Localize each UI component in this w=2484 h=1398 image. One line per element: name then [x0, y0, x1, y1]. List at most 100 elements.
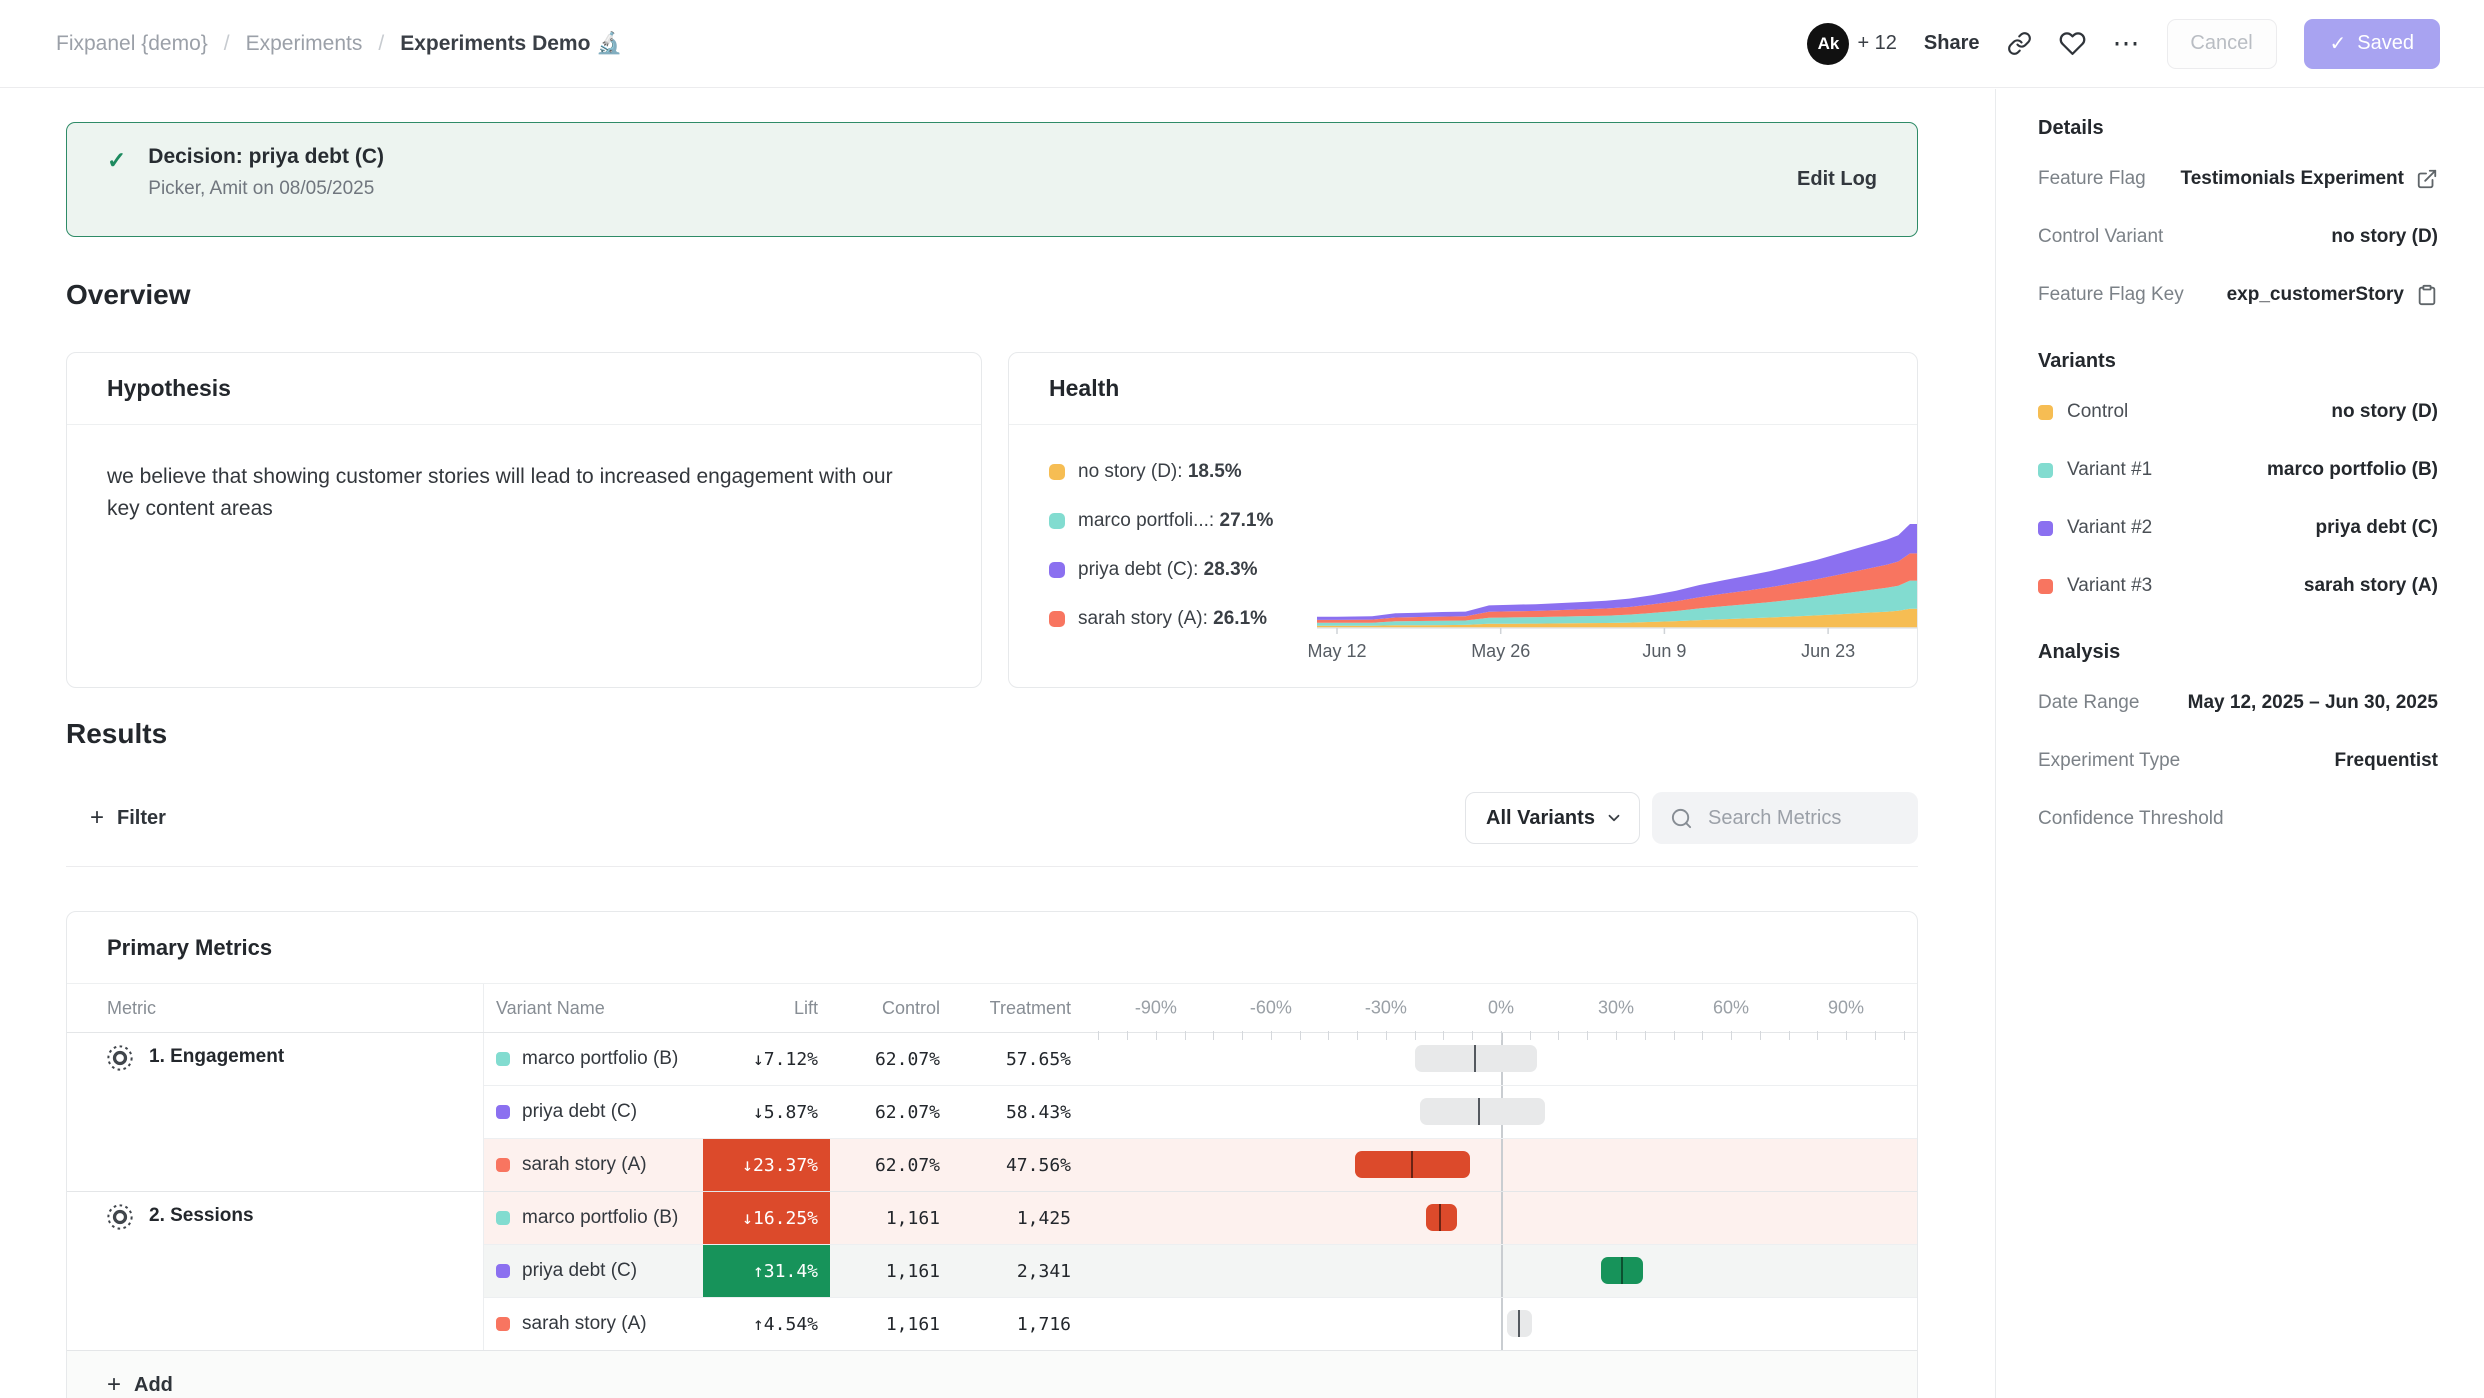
sidebar-row: Experiment TypeFrequentist — [2038, 732, 2438, 790]
plus-icon: + — [107, 1373, 121, 1397]
legend-swatch — [1049, 562, 1065, 578]
results-heading: Results — [66, 718, 167, 750]
breadcrumb-separator: / — [378, 32, 384, 56]
legend-value: 18.5% — [1188, 461, 1242, 482]
variant-cell: marco portfolio (B) — [484, 1033, 703, 1085]
metric-row[interactable]: marco portfolio (B)↓16.25%1,1611,425 — [484, 1192, 1917, 1244]
lift-value: ↓5.87% — [703, 1086, 830, 1138]
ci-plot — [1083, 1086, 1917, 1138]
avatar[interactable]: Ak — [1807, 23, 1849, 65]
main-content: ✓ Decision: priya debt (C) Picker, Amit … — [0, 89, 1995, 1398]
ci-axis: -90%-60%-30%0%30%60%90% — [1083, 984, 1917, 1032]
cancel-button[interactable]: Cancel — [2167, 19, 2277, 69]
ci-plot — [1083, 1033, 1917, 1085]
breadcrumb-item-experiments[interactable]: Experiments — [246, 32, 363, 56]
variant-key: Variant #3 — [2038, 575, 2152, 597]
lift-value: ↓16.25% — [703, 1192, 830, 1244]
sidebar-row-value: May 12, 2025 – Jun 30, 2025 — [2188, 692, 2438, 714]
collaborators[interactable]: Ak + 12 — [1807, 23, 1896, 65]
variant-cell: sarah story (A) — [484, 1298, 703, 1350]
sidebar-row-label: Feature Flag Key — [2038, 284, 2184, 306]
add-filter-button[interactable]: + Filter — [90, 792, 166, 844]
legend-label: sarah story (A): 26.1% — [1078, 608, 1267, 630]
variants-section: Variants Controlno story (D)Variant #1ma… — [2038, 350, 2438, 615]
axis-label: -60% — [1250, 998, 1292, 1019]
x-axis-tick-label: May 26 — [1471, 641, 1530, 662]
more-menu-icon[interactable]: ⋯ — [2113, 30, 2140, 57]
zero-line — [1501, 1298, 1503, 1350]
health-chart: May 12May 26Jun 9Jun 23 — [1317, 515, 1917, 663]
saved-button[interactable]: ✓ Saved — [2304, 19, 2440, 69]
control-value: 1,161 — [830, 1245, 952, 1297]
table-header: Metric Variant Name Lift Control Treatme… — [67, 984, 1917, 1033]
lift-value: ↑4.54% — [703, 1298, 830, 1350]
external-link-icon[interactable] — [2416, 168, 2438, 190]
legend-value: 26.1% — [1213, 608, 1267, 629]
variant-label: Variant #1 — [2067, 459, 2152, 481]
legend-swatch — [1049, 513, 1065, 529]
hypothesis-body[interactable]: we believe that showing customer stories… — [67, 425, 981, 525]
search-metrics-input[interactable] — [1706, 806, 1890, 831]
sidebar-row-label: Feature Flag — [2038, 168, 2146, 190]
favorite-heart-icon[interactable] — [2059, 30, 2086, 57]
treatment-value: 1,716 — [952, 1298, 1083, 1350]
share-button[interactable]: Share — [1924, 32, 1980, 55]
legend-value: 27.1% — [1220, 510, 1274, 531]
metric-row[interactable]: priya debt (C)↓5.87%62.07%58.43% — [484, 1085, 1917, 1138]
axis-label: 90% — [1828, 998, 1864, 1019]
sidebar-row-value-text: Frequentist — [2335, 750, 2438, 772]
ci-plot — [1083, 1139, 1917, 1191]
filter-label: Filter — [117, 807, 166, 830]
health-chart-svg — [1317, 515, 1917, 635]
divider — [66, 866, 1918, 867]
details-title: Details — [2038, 117, 2438, 140]
metric-row[interactable]: sarah story (A)↑4.54%1,1611,716 — [484, 1297, 1917, 1350]
variants-dropdown[interactable]: All Variants — [1465, 792, 1640, 844]
legend-item: priya debt (C): 28.3% — [1049, 559, 1317, 581]
plus-icon: + — [90, 806, 104, 830]
control-value: 1,161 — [830, 1192, 952, 1244]
metric-cell: 1. Engagement — [67, 1033, 484, 1191]
legend-label: no story (D): 18.5% — [1078, 461, 1242, 483]
link-icon[interactable] — [2007, 31, 2032, 56]
axis-label: -30% — [1365, 998, 1407, 1019]
details-section: Details Feature FlagTestimonials Experim… — [2038, 117, 2438, 324]
overview-heading: Overview — [66, 279, 191, 311]
metric-group: 2. Sessionsmarco portfolio (B)↓16.25%1,1… — [67, 1191, 1917, 1350]
ci-mid-tick — [1439, 1204, 1441, 1231]
variant-key: Variant #1 — [2038, 459, 2152, 481]
add-metric-button[interactable]: + Add — [67, 1351, 173, 1397]
breadcrumb-item-project[interactable]: Fixpanel {demo} — [56, 32, 208, 56]
variant-row: Variant #3sarah story (A) — [2038, 557, 2438, 615]
sidebar-row-value-text: exp_customerStory — [2227, 284, 2404, 306]
check-icon: ✓ — [107, 147, 126, 174]
variant-swatch — [496, 1052, 510, 1066]
metric-cell: 2. Sessions — [67, 1192, 484, 1350]
collaborator-count: + 12 — [1857, 32, 1896, 55]
axis-label: -90% — [1135, 998, 1177, 1019]
health-card: Health no story (D): 18.5%marco portfoli… — [1008, 352, 1918, 688]
ci-plot — [1083, 1298, 1917, 1350]
metric-row[interactable]: sarah story (A)↓23.37%62.07%47.56% — [484, 1138, 1917, 1191]
metric-row[interactable]: marco portfolio (B)↓7.12%62.07%57.65% — [484, 1033, 1917, 1085]
copy-icon[interactable] — [2416, 284, 2438, 306]
decision-banner: ✓ Decision: priya debt (C) Picker, Amit … — [66, 122, 1918, 237]
check-icon: ✓ — [2330, 31, 2347, 56]
column-header-lift: Lift — [703, 984, 830, 1032]
legend-swatch — [1049, 464, 1065, 480]
ci-mid-tick — [1518, 1310, 1520, 1337]
variant-swatch — [496, 1317, 510, 1331]
variant-name: priya debt (C) — [522, 1260, 637, 1282]
sidebar-row-value: exp_customerStory — [2227, 284, 2438, 306]
sidebar-row-label: Confidence Threshold — [2038, 808, 2224, 830]
variant-name: sarah story (A) — [522, 1313, 647, 1335]
metric-row[interactable]: priya debt (C)↑31.4%1,1612,341 — [484, 1244, 1917, 1297]
control-value: 62.07% — [830, 1033, 952, 1085]
variant-value: marco portfolio (B) — [2267, 459, 2438, 481]
legend-label: priya debt (C): 28.3% — [1078, 559, 1258, 581]
variant-row: Controlno story (D) — [2038, 383, 2438, 441]
metric-group: 1. Engagementmarco portfolio (B)↓7.12%62… — [67, 1033, 1917, 1191]
variant-name: marco portfolio (B) — [522, 1048, 678, 1070]
variant-cell: priya debt (C) — [484, 1086, 703, 1138]
edit-log-button[interactable]: Edit Log — [1797, 168, 1877, 191]
